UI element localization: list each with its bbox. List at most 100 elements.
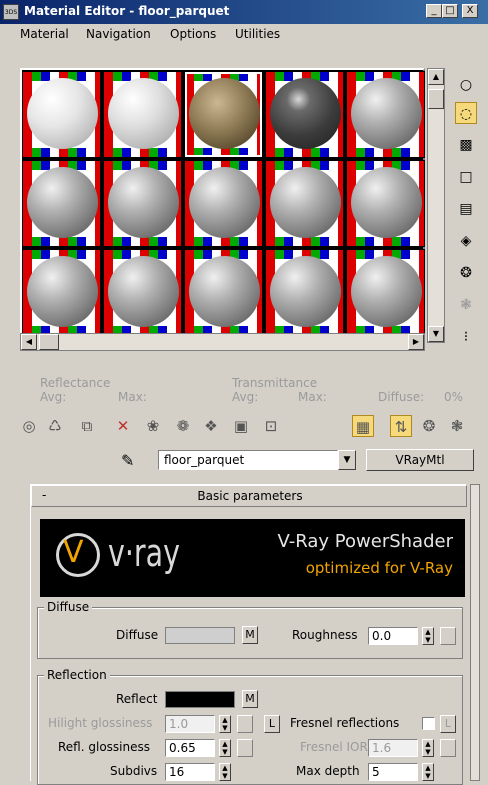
- fresnel-ior-spinner[interactable]: ▲ ▼: [422, 739, 434, 757]
- subdivs-label: Subdivs: [110, 764, 158, 778]
- diffuse-label: Diffuse: [116, 628, 159, 642]
- reflection-group: Reflection Reflect M Hilight glossiness …: [37, 668, 463, 785]
- material-slot[interactable]: [346, 160, 425, 247]
- reflection-group-label: Reflection: [44, 668, 110, 682]
- hscroll-thumb[interactable]: [39, 334, 59, 350]
- sample-type-sphere-icon[interactable]: ○: [455, 74, 477, 96]
- diffuse-map-button[interactable]: M: [242, 626, 258, 644]
- material-slot[interactable]: [265, 71, 344, 158]
- show-end-result-icon[interactable]: ▦: [352, 415, 374, 437]
- make-unique-icon[interactable]: ❁: [172, 415, 194, 437]
- hilight-lock-button[interactable]: L: [264, 715, 280, 733]
- roughness-map-button[interactable]: [440, 627, 456, 645]
- reflectance-avg: Avg:: [40, 390, 67, 404]
- get-material-icon[interactable]: ◎: [18, 415, 40, 437]
- scroll-right-button[interactable]: ▶: [408, 334, 424, 350]
- video-color-check-icon[interactable]: ▤: [455, 198, 477, 220]
- rollout-header[interactable]: - Basic parameters: [31, 485, 467, 507]
- hilight-glossiness-label: Hilight glossiness: [48, 716, 153, 730]
- fresnel-reflections-checkbox[interactable]: [422, 717, 435, 730]
- go-to-parent-icon[interactable]: ⇅: [390, 415, 412, 437]
- options-icon[interactable]: ❂: [455, 262, 477, 284]
- fresnel-ior-map-button[interactable]: [440, 739, 456, 757]
- slots-horizontal-scrollbar[interactable]: ◀ ▶: [20, 333, 425, 351]
- put-to-scene-icon[interactable]: ♺: [44, 415, 66, 437]
- material-preview-sphere: [270, 78, 341, 149]
- sample-slot-grid: [20, 68, 425, 343]
- assign-to-selection-icon[interactable]: ⧉: [76, 415, 98, 437]
- material-type-button[interactable]: VRayMtl: [366, 449, 474, 471]
- scroll-down-button[interactable]: ▼: [428, 326, 444, 342]
- refl-glossiness-input[interactable]: 0.65: [165, 739, 215, 757]
- material-slot[interactable]: [22, 249, 101, 336]
- diffuse-info-value: 0%: [444, 390, 464, 404]
- roughness-input[interactable]: 0.0: [368, 627, 418, 645]
- fresnel-ior-input[interactable]: 1.6: [368, 739, 418, 757]
- transmittance-avg: Avg:: [232, 390, 259, 404]
- diffuse-color-swatch[interactable]: [165, 627, 235, 644]
- vray-logo-v: V: [63, 535, 84, 570]
- hilight-glossiness-spinner[interactable]: ▲ ▼: [219, 715, 231, 733]
- fresnel-lock-button[interactable]: L: [440, 715, 456, 733]
- panel-scrollbar[interactable]: [470, 484, 480, 781]
- hilight-glossiness-input[interactable]: 1.0: [165, 715, 215, 733]
- material-preview-sphere: [270, 167, 341, 238]
- sample-uv-tiling-icon[interactable]: □: [455, 166, 477, 188]
- menu-navigation[interactable]: Navigation: [86, 27, 151, 41]
- material-effects-channel-icon[interactable]: ▣: [230, 415, 252, 437]
- material-slot[interactable]: [346, 249, 425, 336]
- reflect-color-swatch[interactable]: [165, 691, 235, 708]
- close-button[interactable]: X: [462, 4, 478, 18]
- select-by-material-icon[interactable]: ❃: [455, 294, 477, 316]
- make-preview-icon[interactable]: ◈: [455, 230, 477, 252]
- material-slot[interactable]: [184, 249, 263, 336]
- material-name-input[interactable]: floor_parquet: [158, 450, 338, 470]
- app-icon[interactable]: 3DS: [3, 4, 19, 20]
- material-slot[interactable]: [103, 160, 182, 247]
- material-map-navigator-icon[interactable]: ⁝: [455, 326, 477, 348]
- show-map-in-viewport-icon[interactable]: ⊡: [260, 415, 282, 437]
- max-depth-spinner[interactable]: ▲ ▼: [422, 763, 434, 781]
- material-slot[interactable]: [103, 249, 182, 336]
- copy-material-icon[interactable]: ❀: [142, 415, 164, 437]
- reflect-map-button[interactable]: M: [242, 690, 258, 708]
- material-slot[interactable]: [22, 160, 101, 247]
- menu-material[interactable]: Material: [20, 27, 69, 41]
- fresnel-ior-label: Fresnel IOR: [300, 740, 368, 754]
- subdivs-spinner[interactable]: ▲ ▼: [219, 763, 231, 781]
- roughness-label: Roughness: [292, 628, 358, 642]
- sibling-icon[interactable]: ❃: [446, 415, 468, 437]
- material-slot[interactable]: [265, 249, 344, 336]
- go-forward-to-sibling-icon[interactable]: ❂: [418, 415, 440, 437]
- material-slot[interactable]: [184, 160, 263, 247]
- material-name-dropdown[interactable]: ▼: [338, 450, 356, 470]
- vray-banner: V v·ray V-Ray PowerShader optimized for …: [40, 519, 465, 597]
- menu-utilities[interactable]: Utilities: [235, 27, 280, 41]
- material-preview-sphere: [27, 167, 98, 238]
- roughness-spinner[interactable]: ▲ ▼: [422, 627, 434, 645]
- scroll-left-button[interactable]: ◀: [21, 334, 37, 350]
- scroll-thumb[interactable]: [428, 89, 444, 109]
- backlight-icon[interactable]: ◌: [455, 102, 477, 124]
- material-slot[interactable]: [22, 71, 101, 158]
- refl-glossiness-map-button[interactable]: [237, 739, 253, 757]
- material-preview-sphere: [108, 167, 179, 238]
- put-to-library-icon[interactable]: ❖: [200, 415, 222, 437]
- reset-map-icon[interactable]: ✕: [112, 415, 134, 437]
- maximize-button[interactable]: □: [442, 4, 458, 18]
- material-slot[interactable]: [346, 71, 425, 158]
- material-slot[interactable]: [184, 71, 263, 158]
- slots-vertical-scrollbar[interactable]: ▲ ▼: [427, 68, 445, 343]
- hilight-glossiness-map-button[interactable]: [237, 715, 253, 733]
- material-slot[interactable]: [103, 71, 182, 158]
- subdivs-input[interactable]: 16: [165, 763, 215, 781]
- material-preview-sphere: [189, 167, 260, 238]
- minimize-button[interactable]: _: [426, 4, 442, 18]
- menu-options[interactable]: Options: [170, 27, 216, 41]
- background-checker-icon[interactable]: ▩: [455, 134, 477, 156]
- scroll-up-button[interactable]: ▲: [428, 69, 444, 85]
- material-slot[interactable]: [265, 160, 344, 247]
- refl-glossiness-spinner[interactable]: ▲ ▼: [219, 739, 231, 757]
- max-depth-input[interactable]: 5: [368, 763, 418, 781]
- pick-material-eyedropper-icon[interactable]: ✎: [121, 451, 134, 470]
